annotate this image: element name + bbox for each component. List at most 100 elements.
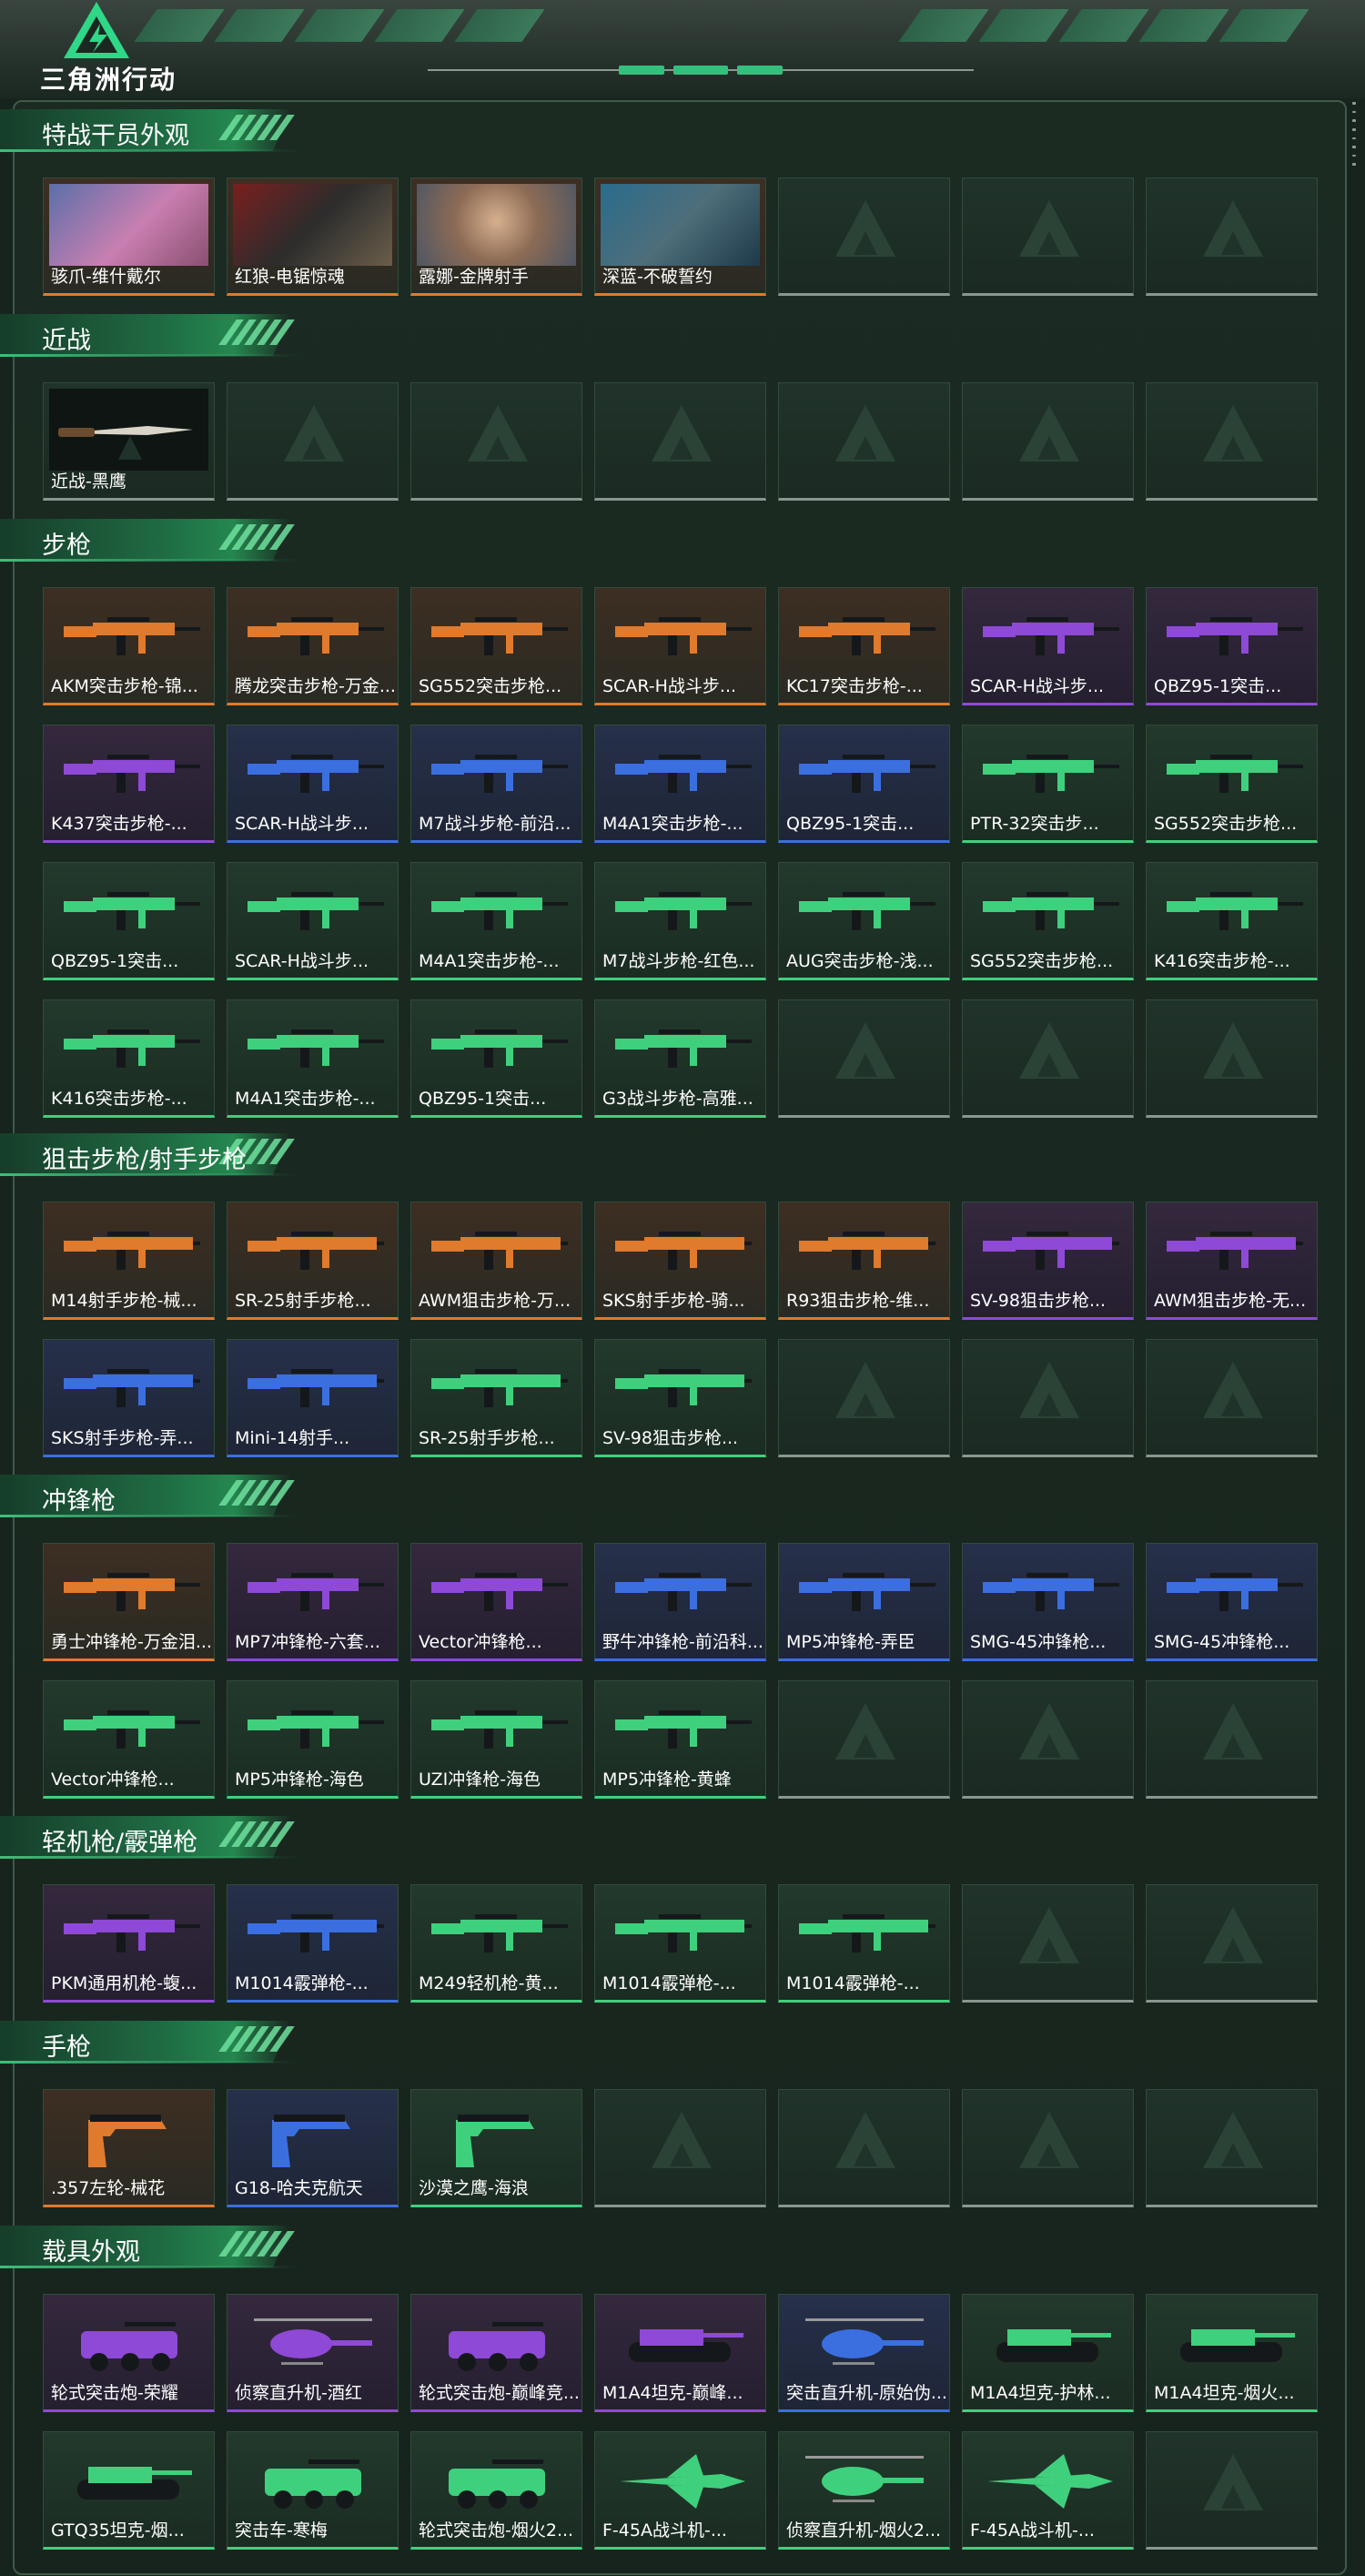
item-card[interactable]: SG552突击步枪... — [1146, 725, 1318, 843]
item-card[interactable]: MP5冲锋枪-黄蜂 — [594, 1680, 766, 1799]
item-card[interactable]: M14射手步枪-械... — [43, 1202, 215, 1320]
item-card[interactable]: PTR-32突击步... — [962, 725, 1134, 843]
item-card[interactable]: SR-25射手步枪... — [410, 1339, 582, 1457]
item-card[interactable]: SV-98狙击步枪... — [962, 1202, 1134, 1320]
item-card[interactable]: SG552突击步枪... — [962, 862, 1134, 980]
item-card[interactable]: M7战斗步枪-红色... — [594, 862, 766, 980]
item-card[interactable]: PKM通用机枪-蝮... — [43, 1884, 215, 2003]
item-card[interactable]: M4A1突击步枪-... — [410, 862, 582, 980]
item-card[interactable]: 突击直升机-原始伪... — [778, 2294, 950, 2412]
item-card[interactable]: GTQ35坦克-烟... — [43, 2431, 215, 2550]
item-card[interactable]: MP5冲锋枪-弄臣 — [778, 1543, 950, 1661]
empty-slot — [1146, 1339, 1318, 1457]
empty-slot — [962, 177, 1134, 296]
item-card[interactable]: 轮式突击炮-巅峰竞... — [410, 2294, 582, 2412]
item-card[interactable]: UZI冲锋枪-海色 — [410, 1680, 582, 1799]
item-card[interactable]: 深蓝-不破誓约 — [594, 177, 766, 296]
item-name: MP5冲锋枪-弄臣 — [786, 1632, 915, 1652]
item-card[interactable]: 近战-黑鹰 — [43, 382, 215, 501]
item-card[interactable]: 侦察直升机-烟火2... — [778, 2431, 950, 2550]
section-title-text: 手枪 — [42, 2033, 91, 2062]
item-card[interactable]: K416突击步枪-... — [43, 999, 215, 1118]
item-card[interactable]: F-45A战斗机-... — [962, 2431, 1134, 2550]
item-card[interactable]: M249轻机枪-黄... — [410, 1884, 582, 2003]
item-card[interactable]: AKM突击步枪-锦... — [43, 587, 215, 705]
item-card[interactable]: G3战斗步枪-高雅... — [594, 999, 766, 1118]
item-card[interactable]: 红狼-电锯惊魂 — [227, 177, 399, 296]
item-card[interactable]: Mini-14射手... — [227, 1339, 399, 1457]
item-name: SKS射手步枪-弄... — [51, 1428, 194, 1448]
item-card[interactable]: 沙漠之鹰-海浪 — [410, 2089, 582, 2207]
item-name: M7战斗步枪-前沿... — [419, 814, 571, 834]
item-card[interactable]: SKS射手步枪-弄... — [43, 1339, 215, 1457]
item-card[interactable]: SCAR-H战斗步... — [594, 587, 766, 705]
item-card[interactable]: AUG突击步枪-浅... — [778, 862, 950, 980]
item-card[interactable]: M1A4坦克-巅峰... — [594, 2294, 766, 2412]
item-name: UZI冲锋枪-海色 — [419, 1770, 541, 1790]
item-name: 深蓝-不破誓约 — [602, 267, 713, 287]
vehicle-icon — [420, 2304, 572, 2381]
item-card[interactable]: 勇士冲锋枪-万金泪... — [43, 1543, 215, 1661]
rifle-icon — [53, 1009, 205, 1087]
item-card[interactable]: MP7冲锋枪-六套... — [227, 1543, 399, 1661]
item-card[interactable]: M1A4坦克-护林... — [962, 2294, 1134, 2412]
item-name: 勇士冲锋枪-万金泪... — [51, 1632, 210, 1652]
item-card[interactable]: M1014霰弹枪-... — [778, 1884, 950, 2003]
item-card[interactable]: QBZ95-1突击... — [778, 725, 950, 843]
delta-triangle-icon — [64, 2, 129, 58]
item-name: SV-98狙击步枪... — [602, 1428, 739, 1448]
item-card[interactable]: SCAR-H战斗步... — [227, 862, 399, 980]
item-card[interactable]: F-45A战斗机-... — [594, 2431, 766, 2550]
item-name: SG552突击步枪... — [1154, 814, 1298, 834]
item-card[interactable]: SMG-45冲锋枪... — [962, 1543, 1134, 1661]
item-card[interactable]: SCAR-H战斗步... — [227, 725, 399, 843]
item-card[interactable]: SR-25射手步枪... — [227, 1202, 399, 1320]
item-grid: AKM突击步枪-锦... 腾龙突击步枪-万金... SG552突击步枪... SCAR… — [43, 587, 1318, 1118]
item-card[interactable]: 侦察直升机-酒红 — [227, 2294, 399, 2412]
item-card[interactable]: 轮式突击炮-烟火2... — [410, 2431, 582, 2550]
empty-slot — [778, 177, 950, 296]
item-card[interactable]: SG552突击步枪... — [410, 587, 582, 705]
empty-slot — [778, 2089, 950, 2207]
item-card[interactable]: QBZ95-1突击... — [1146, 587, 1318, 705]
item-name: SR-25射手步枪... — [235, 1291, 371, 1311]
item-card[interactable]: 轮式突击炮-荣耀 — [43, 2294, 215, 2412]
item-card[interactable]: 野牛冲锋枪-前沿科... — [594, 1543, 766, 1661]
smg-icon — [53, 1690, 205, 1768]
item-card[interactable]: MP5冲锋枪-海色 — [227, 1680, 399, 1799]
item-card[interactable]: SV-98狙击步枪... — [594, 1339, 766, 1457]
item-card[interactable]: SKS射手步枪-骑... — [594, 1202, 766, 1320]
item-card[interactable]: R93狙击步枪-维... — [778, 1202, 950, 1320]
smg-icon — [604, 1690, 756, 1768]
item-name: 突击直升机-原始伪... — [786, 2383, 945, 2403]
item-grid: 轮式突击炮-荣耀 侦察直升机-酒红 轮式突击炮-巅峰竞... M1A4坦克-巅峰...… — [43, 2294, 1318, 2550]
item-card[interactable]: Vector冲锋枪... — [43, 1680, 215, 1799]
item-card[interactable]: Vector冲锋枪... — [410, 1543, 582, 1661]
item-card[interactable]: 腾龙突击步枪-万金... — [227, 587, 399, 705]
item-card[interactable]: 骇爪-维什戴尔 — [43, 177, 215, 296]
empty-slot — [962, 382, 1134, 501]
item-card[interactable]: K437突击步枪-... — [43, 725, 215, 843]
item-card[interactable]: M4A1突击步枪-... — [227, 999, 399, 1118]
scroll-indicator[interactable] — [1352, 102, 1360, 166]
item-card[interactable]: AWM狙击步枪-万... — [410, 1202, 582, 1320]
item-card[interactable]: 露娜-金牌射手 — [410, 177, 582, 296]
item-card[interactable]: SMG-45冲锋枪... — [1146, 1543, 1318, 1661]
item-card[interactable]: .357左轮-械花 — [43, 2089, 215, 2207]
item-card[interactable]: QBZ95-1突击... — [410, 999, 582, 1118]
item-card[interactable]: AWM狙击步枪-无... — [1146, 1202, 1318, 1320]
item-card[interactable]: M1014霰弹枪-... — [227, 1884, 399, 2003]
item-card[interactable]: KC17突击步枪-... — [778, 587, 950, 705]
item-card[interactable]: G18-哈夫克航天 — [227, 2089, 399, 2207]
item-card[interactable]: 突击车-寒梅 — [227, 2431, 399, 2550]
smg-icon — [604, 1553, 756, 1630]
logo-text: 三角洲行动 — [40, 65, 177, 95]
item-card[interactable]: K416突击步枪-... — [1146, 862, 1318, 980]
item-card[interactable]: M4A1突击步枪-... — [594, 725, 766, 843]
item-card[interactable]: SCAR-H战斗步... — [962, 587, 1134, 705]
rifle-icon — [604, 1009, 756, 1087]
item-card[interactable]: M7战斗步枪-前沿... — [410, 725, 582, 843]
item-card[interactable]: M1014霰弹枪-... — [594, 1884, 766, 2003]
item-card[interactable]: QBZ95-1突击... — [43, 862, 215, 980]
item-card[interactable]: M1A4坦克-烟火... — [1146, 2294, 1318, 2412]
